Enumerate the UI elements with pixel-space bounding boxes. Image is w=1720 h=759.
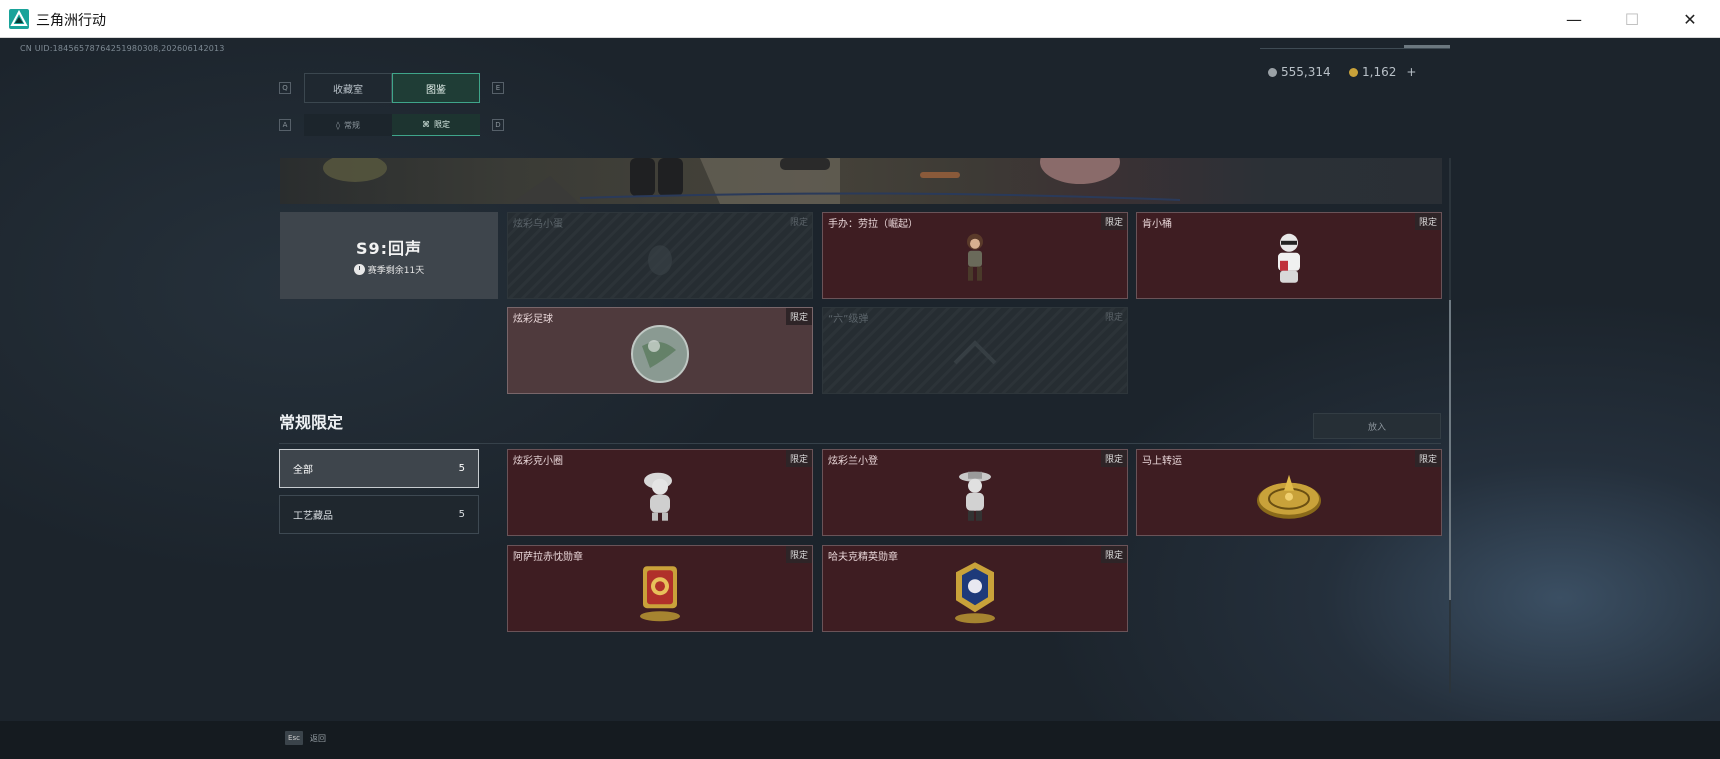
item-card[interactable]: 肯小桶 限定 (1136, 212, 1442, 299)
item-name: 马上转运 (1142, 456, 1182, 467)
bird-egg-icon (648, 244, 672, 275)
limited-badge: 限定 (1100, 213, 1127, 230)
top-divider (1260, 48, 1450, 49)
subtab-limited-label: 限定 (434, 120, 450, 129)
subtab-regular[interactable]: ◊ 常规 (304, 114, 392, 136)
item-name: 炫彩克小圈 (513, 456, 563, 467)
item-card[interactable]: 哈夫克精英勋章 限定 (822, 545, 1128, 632)
silver-coin-icon (1268, 67, 1277, 77)
item-card[interactable]: 炫彩克小圈 限定 (507, 449, 813, 536)
key-hint-a: A (279, 119, 291, 131)
uid-label: CN UID:184565787642519803​08,20260614201… (20, 44, 225, 53)
main-tabs: 收藏室 图鉴 (304, 73, 480, 103)
figure-ke-icon (644, 472, 672, 521)
filter-count: 5 (458, 463, 465, 474)
limited-badge: 限定 (785, 308, 812, 325)
maximize-button[interactable]: ☐ (1603, 0, 1661, 38)
haavk-medal-icon (955, 561, 995, 623)
top-divider-accent (1404, 45, 1450, 48)
limited-badge: 限定 (1100, 450, 1127, 467)
filter-count: 5 (458, 509, 465, 520)
item-card[interactable]: 马上转运 限定 (1136, 449, 1442, 536)
figure-lara-icon (967, 233, 983, 281)
item-card[interactable]: 手办：劳拉（崛起） 限定 (822, 212, 1128, 299)
item-name: 阿萨拉赤忱勋章 (513, 552, 583, 563)
limited-badge: 限定 (785, 450, 812, 467)
item-name: 哈夫克精英勋章 (828, 552, 898, 563)
item-card[interactable]: “六”级弹 限定 (822, 307, 1128, 394)
item-card[interactable]: 炫彩兰小登 限定 (822, 449, 1128, 536)
minimize-button[interactable]: — (1545, 0, 1603, 38)
item-card[interactable]: 炫彩乌小蛋 限定 (507, 212, 813, 299)
tab-collection-room[interactable]: 收藏室 (304, 73, 392, 103)
item-card[interactable]: 阿萨拉赤忱勋章 限定 (507, 545, 813, 632)
limited-badge: 限定 (1414, 450, 1441, 467)
filter-label: 工艺藏品 (293, 511, 333, 522)
season-remaining: 赛季剩余11天 (353, 263, 425, 276)
drop-icon: ◊ (336, 120, 340, 130)
subtab-regular-label: 常规 (343, 120, 360, 130)
football-icon (631, 324, 689, 383)
item-card[interactable]: 炫彩足球 限定 (507, 307, 813, 394)
asala-medal-icon (640, 565, 680, 621)
filter-label: 全部 (293, 465, 313, 476)
silver-amount: 555,314 (1281, 65, 1331, 79)
limited-icon: ⌘ (422, 120, 430, 129)
limited-badge: 限定 (789, 218, 808, 228)
season-title: S9:回声 (355, 239, 423, 258)
figure-bucket-icon (1278, 233, 1300, 283)
item-name: 炫彩兰小登 (828, 456, 878, 467)
subtab-limited[interactable]: ⌘ 限定 (392, 114, 480, 136)
esc-key-hint[interactable]: Esc (285, 731, 303, 745)
golden-wheel-icon (1257, 474, 1321, 519)
banner-artwork (323, 158, 1181, 204)
limited-badge: 限定 (1100, 546, 1127, 563)
limited-badge: 限定 (1414, 213, 1441, 230)
item-name: 炫彩乌小蛋 (513, 219, 563, 230)
tab-catalog[interactable]: 图鉴 (392, 73, 480, 103)
item-name: “六”级弹 (828, 314, 869, 325)
scrollbar-thumb[interactable] (1449, 300, 1451, 600)
window-title: 三角洲行动 (36, 13, 106, 29)
close-button[interactable]: ✕ (1661, 0, 1719, 38)
key-hint-q: Q (279, 82, 291, 94)
sub-tabs: ◊ 常规 ⌘ 限定 (304, 114, 480, 136)
bottom-bar (0, 721, 1720, 759)
key-hint-d: D (492, 119, 504, 131)
app-logo-icon (9, 9, 29, 29)
put-in-button[interactable]: 放入 (1313, 413, 1441, 439)
season-remaining-text: 赛季剩余11天 (367, 266, 425, 276)
add-currency-button[interactable]: + (1406, 65, 1416, 79)
filter-crafted[interactable]: 工艺藏品 5 (279, 495, 479, 534)
section-title: 常规限定 (279, 413, 344, 432)
bullet-icon (953, 339, 997, 364)
gold-amount: 1,162 (1362, 65, 1397, 79)
clock-icon (353, 264, 365, 275)
item-name: 肯小桶 (1142, 219, 1172, 230)
figure-lan-icon (959, 471, 991, 521)
gold-currency: 1,162 + (1349, 65, 1416, 79)
gold-coin-icon (1349, 67, 1358, 77)
item-name: 手办：劳拉（崛起） (828, 219, 918, 230)
season-banner-image (280, 158, 1442, 204)
silver-currency: 555,314 (1268, 65, 1331, 79)
item-name: 炫彩足球 (513, 314, 553, 325)
limited-badge: 限定 (785, 546, 812, 563)
limited-badge: 限定 (1104, 313, 1123, 323)
filter-all[interactable]: 全部 5 (279, 449, 479, 488)
season-card: S9:回声 赛季剩余11天 (280, 212, 498, 299)
game-viewport: CN UID:184565787642519803​08,20260614201… (0, 38, 1720, 759)
window-titlebar: 三角洲行动 — ☐ ✕ (0, 0, 1720, 38)
back-label[interactable]: 返回 (310, 733, 326, 744)
section-divider (279, 443, 1441, 444)
key-hint-e: E (492, 82, 504, 94)
